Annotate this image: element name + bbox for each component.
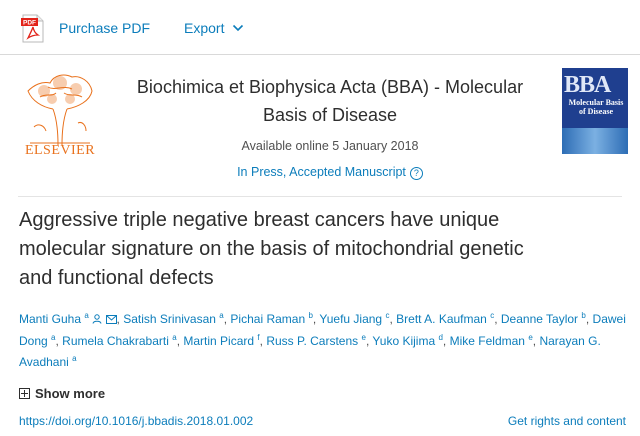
- plus-icon: [19, 388, 30, 399]
- export-button[interactable]: Export: [184, 20, 244, 36]
- journal-header: ELSEVIER Biochimica et Biophysica Acta (…: [0, 55, 640, 195]
- journal-title-link[interactable]: Biochimica et Biophysica Acta (BBA) - Mo…: [110, 73, 550, 129]
- author-name: Manti Guha: [19, 312, 82, 326]
- pdf-icon[interactable]: PDF: [21, 14, 45, 43]
- journal-cover-image[interactable]: BBA Molecular Basis of Disease: [562, 68, 628, 154]
- pdf-badge-text: PDF: [23, 20, 36, 27]
- article-title-line: and functional defects: [19, 267, 214, 289]
- article-toolbar: PDF Purchase PDF Export: [0, 0, 640, 55]
- article-title-line: Aggressive triple negative breast cancer…: [19, 209, 500, 231]
- cover-subtitle: Molecular Basis of Disease: [568, 98, 624, 116]
- author-name: Martin Picard: [183, 333, 255, 348]
- author-name: Russ P. Carstens: [266, 333, 359, 348]
- doi-link[interactable]: https://doi.org/10.1016/j.bbadis.2018.01…: [19, 414, 253, 428]
- author-name: Deanne Taylor: [500, 312, 579, 326]
- cover-abbr: BBA: [564, 72, 611, 98]
- show-more-button[interactable]: Show more: [19, 386, 105, 401]
- show-more-label: Show more: [35, 386, 106, 401]
- cover-band: [562, 128, 628, 154]
- author-name: Brett A. Kaufman: [396, 312, 487, 326]
- affiliation-marker: a: [84, 311, 89, 320]
- chevron-down-icon: [233, 24, 244, 32]
- journal-title-line: Biochimica et Biophysica Acta (BBA) - Mo…: [136, 77, 524, 97]
- author-name: Mike Feldman: [449, 333, 525, 348]
- author-link[interactable]: Mike Feldman e: [449, 333, 533, 348]
- author-link[interactable]: Martin Picard f: [183, 333, 259, 348]
- author-link[interactable]: Pichai Raman b: [230, 312, 313, 327]
- purchase-pdf-link[interactable]: Purchase PDF: [59, 20, 150, 36]
- article-title-line: molecular signature on the basis of mito…: [19, 238, 524, 260]
- author-link[interactable]: Satish Srinivasan a: [123, 312, 224, 327]
- person-icon[interactable]: [92, 314, 102, 324]
- author-link[interactable]: Yuko Kijima d: [372, 333, 443, 348]
- availability-date: Available online 5 January 2018: [241, 139, 419, 153]
- manuscript-status-link[interactable]: In Press, Accepted Manuscript?: [110, 165, 550, 180]
- author-name: Pichai Raman: [230, 312, 306, 326]
- export-label: Export: [184, 20, 225, 36]
- author-link[interactable]: Deanne Taylor b: [500, 312, 586, 327]
- author-name: Yuko Kijima: [372, 333, 436, 348]
- author-link[interactable]: Russ P. Carstens e: [266, 333, 366, 348]
- email-icon[interactable]: [105, 315, 117, 324]
- author-name: Yuefu Jiang: [319, 312, 383, 326]
- article-title: Aggressive triple negative breast cancer…: [19, 206, 619, 293]
- journal-title-line: Basis of Disease: [262, 105, 398, 125]
- author-name: Rumela Chakrabarti: [62, 333, 169, 348]
- author-link[interactable]: Rumela Chakrabarti a: [62, 333, 177, 348]
- author-list: Manti Guha a , Satish Srinivasan a, Pich…: [19, 311, 626, 370]
- elsevier-wordmark: ELSEVIER: [24, 143, 96, 158]
- manuscript-status-label: In Press, Accepted Manuscript: [237, 165, 406, 179]
- author-name: Satish Srinivasan: [123, 312, 216, 326]
- rights-link[interactable]: Get rights and content: [508, 414, 626, 428]
- author-link[interactable]: Brett A. Kaufman c: [396, 312, 494, 327]
- author-link[interactable]: Manti Guha a: [19, 311, 89, 327]
- affiliation-marker: a: [72, 354, 77, 363]
- header-divider: [18, 196, 622, 197]
- help-icon[interactable]: ?: [409, 167, 423, 180]
- author-link[interactable]: Yuefu Jiang c: [319, 312, 389, 327]
